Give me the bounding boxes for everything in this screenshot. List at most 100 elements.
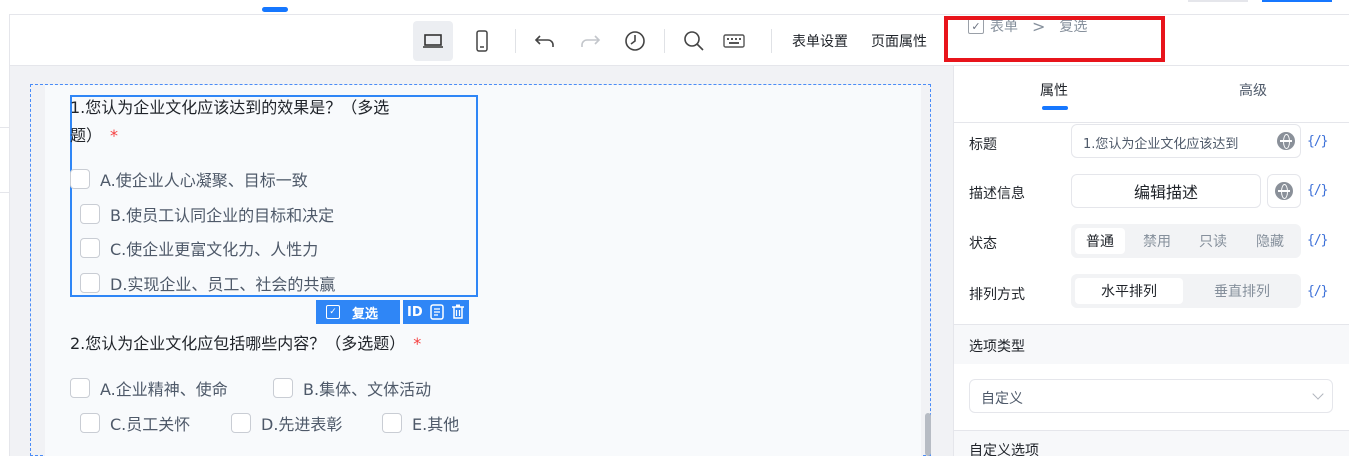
highlight-annotation	[944, 16, 1165, 62]
option-type-value: 自定义	[981, 391, 1023, 407]
copy-icon[interactable]	[429, 304, 445, 320]
copy-id-button[interactable]: ID	[407, 305, 423, 320]
checkbox[interactable]	[70, 169, 90, 189]
q1-option-c[interactable]: C.使企业更富文化力、人性力	[80, 236, 318, 260]
status-disabled[interactable]: 禁用	[1131, 228, 1183, 254]
q2-option-b[interactable]: B.集体、文体活动	[273, 376, 431, 400]
status-segmented: 普通 禁用 只读 隐藏	[1071, 224, 1301, 258]
trash-icon[interactable]	[451, 304, 465, 320]
title-formula-button[interactable]: {/}	[1307, 134, 1329, 149]
description-label: 描述信息	[969, 186, 1025, 202]
q2-option-a[interactable]: A.企业精神、使命	[70, 376, 228, 400]
option-label: B.集体、文体活动	[303, 380, 432, 399]
status-normal[interactable]: 普通	[1075, 228, 1125, 254]
option-type-title: 选项类型	[969, 339, 1025, 355]
question-2-title-text: 2.您认为企业文化应包括哪些内容？（多选题）	[70, 334, 406, 353]
layout-formula-button[interactable]: {/}	[1307, 284, 1329, 299]
gutter-divider	[0, 192, 10, 193]
redo-icon	[581, 35, 601, 47]
description-formula-button[interactable]: {/}	[1307, 183, 1329, 198]
q1-option-d[interactable]: D.实现企业、员工、社会的共赢	[80, 271, 335, 295]
checkbox-icon: ✓	[326, 305, 340, 319]
mobile-view-button[interactable]	[462, 21, 502, 61]
undo-icon	[534, 35, 554, 47]
toolbar-separator	[664, 29, 665, 53]
option-label: C.员工关怀	[110, 415, 191, 434]
checkbox[interactable]	[80, 238, 100, 258]
layout-vertical[interactable]: 垂直排列	[1187, 278, 1297, 304]
keyboard-shortcuts-button[interactable]	[714, 21, 754, 61]
q1-option-a[interactable]: A.使企业人心凝聚、目标一致	[70, 167, 308, 191]
clock-icon	[625, 31, 645, 51]
form-settings-link[interactable]: 表单设置	[792, 31, 848, 51]
title-input[interactable]: 1.您认为企业文化应该达到	[1071, 124, 1301, 158]
keyboard-icon	[723, 34, 745, 48]
question-1-title-text: 题）	[70, 126, 103, 145]
question-1-title: 1.您认为企业文化应该达到的效果是？（多选 题） *	[70, 94, 450, 150]
status-readonly[interactable]: 只读	[1187, 228, 1239, 254]
canvas-scrollbar[interactable]	[925, 413, 931, 456]
top-strip-divider	[1188, 0, 1248, 2]
search-icon	[684, 31, 704, 51]
q1-option-b[interactable]: B.使员工认同企业的目标和决定	[80, 202, 334, 226]
layout-segmented: 水平排列 垂直排列	[1071, 274, 1301, 308]
status-hidden[interactable]: 隐藏	[1243, 228, 1297, 254]
title-input-value: 1.您认为企业文化应该达到	[1083, 137, 1239, 152]
checkbox[interactable]	[382, 413, 402, 433]
layout-horizontal[interactable]: 水平排列	[1075, 278, 1183, 304]
gutter-divider	[0, 127, 10, 128]
active-tab-indicator	[262, 7, 288, 12]
description-i18n-button[interactable]	[1267, 174, 1301, 208]
tab-indicator	[1042, 106, 1068, 110]
form-designer: 表单设置 页面属性 ✓ 表单 > 复选 1.您认为企业文化应该达到的效果是？（多…	[0, 0, 1349, 456]
checkbox[interactable]	[80, 273, 100, 293]
history-button[interactable]	[615, 21, 655, 61]
q2-option-d[interactable]: D.先进表彰	[231, 411, 342, 435]
mobile-icon	[476, 30, 488, 52]
desktop-view-button[interactable]	[413, 21, 453, 61]
tab-advanced[interactable]: 高级	[1239, 80, 1267, 100]
tab-properties[interactable]: 属性	[1040, 80, 1068, 100]
toolbar-separator	[515, 29, 516, 53]
option-type-select[interactable]: 自定义	[969, 379, 1333, 413]
checkbox[interactable]	[80, 413, 100, 433]
tab-divider	[954, 122, 1349, 123]
form-canvas: 1.您认为企业文化应该达到的效果是？（多选 题） * A.使企业人心凝聚、目标一致…	[10, 66, 953, 456]
toolbar-separator	[771, 29, 772, 53]
option-label: B.使员工认同企业的目标和决定	[110, 206, 335, 225]
custom-options-section: 自定义选项	[954, 430, 1349, 456]
q2-option-e[interactable]: E.其他	[382, 411, 459, 435]
title-label: 标题	[969, 137, 997, 153]
checkbox[interactable]	[273, 378, 293, 398]
search-button[interactable]	[674, 21, 714, 61]
globe-icon	[1275, 182, 1293, 200]
checkbox[interactable]	[231, 413, 251, 433]
option-type-section: 选项类型	[954, 324, 1349, 364]
left-gutter	[0, 14, 10, 456]
custom-options-title: 自定义选项	[969, 443, 1039, 456]
globe-icon[interactable]	[1277, 132, 1295, 150]
component-type-tag[interactable]: ✓ 复选	[316, 300, 400, 324]
required-marker: *	[110, 126, 119, 145]
required-marker: *	[413, 334, 422, 353]
layout-label: 排列方式	[969, 287, 1025, 303]
page-properties-link[interactable]: 页面属性	[871, 31, 927, 51]
option-label: A.企业精神、使命	[100, 380, 228, 399]
laptop-icon	[423, 34, 443, 48]
q2-option-c[interactable]: C.员工关怀	[80, 411, 190, 435]
checkbox[interactable]	[70, 378, 90, 398]
question-1-title-text: 1.您认为企业文化应该达到的效果是？（多选	[70, 98, 390, 117]
option-label: E.其他	[412, 415, 460, 434]
component-actions: ID	[403, 300, 469, 324]
option-label: D.实现企业、员工、社会的共赢	[110, 275, 336, 294]
selection-toolbar: ✓ 复选 ID	[316, 300, 469, 324]
status-label: 状态	[969, 236, 997, 252]
top-strip-accent	[1262, 0, 1332, 2]
status-formula-button[interactable]: {/}	[1307, 233, 1329, 248]
edit-description-button[interactable]: 编辑描述	[1071, 174, 1261, 208]
option-label: C.使企业更富文化力、人性力	[110, 240, 319, 259]
redo-button[interactable]	[570, 21, 610, 61]
checkbox[interactable]	[80, 204, 100, 224]
question-2-title: 2.您认为企业文化应包括哪些内容？（多选题） *	[70, 330, 421, 358]
undo-button[interactable]	[525, 21, 565, 61]
